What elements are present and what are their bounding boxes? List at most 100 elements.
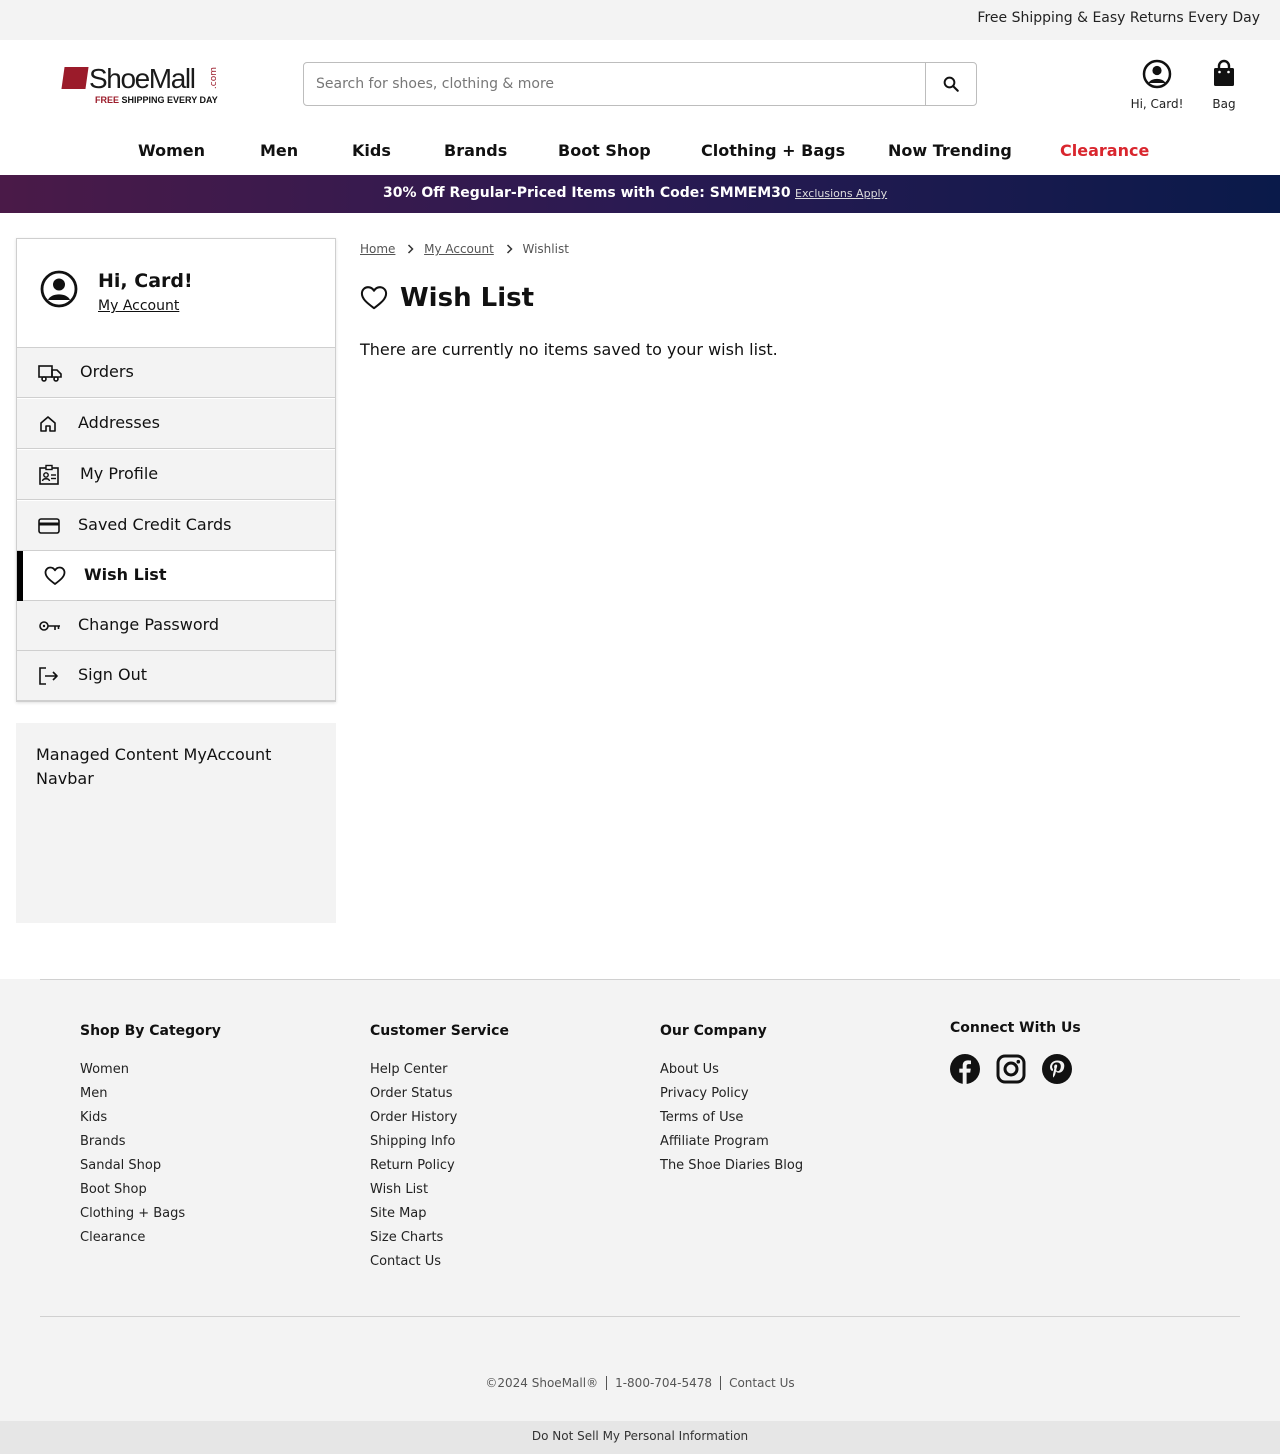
- exclusions-link[interactable]: Exclusions Apply: [795, 187, 887, 200]
- sidebar-item-label: Saved Credit Cards: [78, 515, 232, 534]
- nav-kids[interactable]: Kids: [352, 141, 391, 160]
- sidebar-greeting: Hi, Card!: [98, 270, 193, 292]
- footer-link[interactable]: Shipping Info: [370, 1133, 509, 1157]
- footer-divider: [40, 1316, 1240, 1317]
- footer-heading: Our Company: [660, 1023, 767, 1039]
- legal-bar: ©2024 ShoeMall® 1-800-704-5478 Contact Us: [0, 1376, 1280, 1390]
- footer-divider: [40, 979, 1240, 980]
- nav-women[interactable]: Women: [138, 141, 205, 160]
- my-account-link[interactable]: My Account: [98, 298, 179, 314]
- sidebar-item-label: My Profile: [80, 464, 159, 483]
- footer-link[interactable]: Brands: [80, 1133, 221, 1157]
- profile-card-icon: [38, 464, 62, 486]
- nav-boot-shop[interactable]: Boot Shop: [558, 141, 651, 160]
- footer-link[interactable]: Men: [80, 1085, 221, 1109]
- footer-link[interactable]: The Shoe Diaries Blog: [660, 1157, 803, 1181]
- shoemall-logo[interactable]: ShoeMall .com FREE SHIPPING EVERY DAY: [61, 63, 223, 109]
- sidebar-item-my-profile[interactable]: My Profile: [17, 450, 335, 500]
- footer-link[interactable]: Wish List: [370, 1181, 509, 1205]
- main-navigation: Women Men Kids Brands Boot Shop Clothing…: [0, 141, 1280, 175]
- top-strip: Free Shipping & Easy Returns Every Day: [0, 0, 1280, 40]
- footer-link[interactable]: Terms of Use: [660, 1109, 803, 1133]
- footer-link[interactable]: Clearance: [80, 1229, 221, 1253]
- account-sidebar: Hi, Card! My Account Orders Addresses My…: [16, 238, 336, 702]
- shopping-bag-icon: [1214, 59, 1234, 86]
- sidebar-header: Hi, Card! My Account: [17, 239, 335, 348]
- footer-link[interactable]: Size Charts: [370, 1229, 509, 1253]
- footer-link[interactable]: Contact Us: [370, 1253, 509, 1277]
- footer-heading: Shop By Category: [80, 1023, 221, 1039]
- site-footer: Shop By Category Women Men Kids Brands S…: [0, 979, 1280, 1454]
- footer-link[interactable]: About Us: [660, 1061, 803, 1085]
- sign-out-icon: [38, 665, 62, 687]
- search-input[interactable]: [304, 63, 926, 105]
- nav-clearance[interactable]: Clearance: [1060, 141, 1149, 160]
- sidebar-item-wish-list[interactable]: Wish List: [17, 551, 335, 601]
- footer-link[interactable]: Privacy Policy: [660, 1085, 803, 1109]
- site-header: ShoeMall .com FREE SHIPPING EVERY DAY Hi…: [0, 40, 1280, 175]
- heart-icon: [44, 565, 68, 587]
- footer-link[interactable]: Women: [80, 1061, 221, 1085]
- free-shipping-message: Free Shipping & Easy Returns Every Day: [977, 10, 1260, 26]
- footer-link[interactable]: Kids: [80, 1109, 221, 1133]
- breadcrumb-my-account[interactable]: My Account: [424, 242, 494, 256]
- logo-dotcom: .com: [209, 67, 219, 90]
- search-button[interactable]: [925, 63, 976, 105]
- nav-now-trending[interactable]: Now Trending: [888, 141, 1012, 160]
- footer-link[interactable]: Clothing + Bags: [80, 1205, 221, 1229]
- pinterest-icon[interactable]: [1042, 1054, 1072, 1088]
- contact-us-link[interactable]: Contact Us: [720, 1376, 803, 1390]
- nav-brands[interactable]: Brands: [444, 141, 507, 160]
- sidebar-item-label: Orders: [80, 362, 134, 381]
- sidebar-item-change-password[interactable]: Change Password: [17, 601, 335, 651]
- breadcrumb-current: Wishlist: [522, 242, 569, 256]
- footer-link[interactable]: Boot Shop: [80, 1181, 221, 1205]
- sidebar-item-addresses[interactable]: Addresses: [17, 399, 335, 449]
- chevron-right-icon: [407, 243, 414, 257]
- sidebar-item-sign-out[interactable]: Sign Out: [17, 651, 335, 701]
- footer-link[interactable]: Affiliate Program: [660, 1133, 803, 1157]
- logo-tagline: FREE SHIPPING EVERY DAY: [95, 95, 218, 105]
- logo-mark-icon: [61, 67, 89, 89]
- bag-button[interactable]: Bag: [1204, 59, 1244, 111]
- do-not-sell-link[interactable]: Do Not Sell My Personal Information: [0, 1421, 1280, 1454]
- sidebar-item-label: Change Password: [78, 615, 220, 634]
- connect-with-us: Connect With Us: [950, 1020, 1081, 1036]
- nav-clothing-bags[interactable]: Clothing + Bags: [701, 141, 845, 160]
- sidebar-item-label: Addresses: [78, 413, 160, 432]
- footer-link[interactable]: Order Status: [370, 1085, 509, 1109]
- instagram-icon[interactable]: [996, 1054, 1026, 1088]
- promo-banner: 30% Off Regular-Priced Items with Code: …: [0, 175, 1280, 213]
- sidebar-item-saved-credit-cards[interactable]: Saved Credit Cards: [17, 501, 335, 551]
- facebook-icon[interactable]: [950, 1054, 980, 1088]
- account-icon: [1142, 59, 1172, 89]
- sidebar-item-label: Wish List: [84, 565, 167, 584]
- truck-icon: [38, 362, 62, 384]
- promo-code-text: 30% Off Regular-Priced Items with Code: …: [383, 185, 791, 201]
- footer-column-our-company: Our Company About Us Privacy Policy Term…: [660, 1023, 803, 1181]
- footer-link[interactable]: Return Policy: [370, 1157, 509, 1181]
- managed-content-block: Managed Content MyAccount Navbar: [16, 723, 336, 923]
- user-avatar-icon: [40, 270, 78, 308]
- footer-column-shop-by-category: Shop By Category Women Men Kids Brands S…: [80, 1023, 221, 1253]
- phone-number[interactable]: 1-800-704-5478: [606, 1376, 720, 1390]
- heart-icon: [360, 286, 388, 310]
- footer-link[interactable]: Help Center: [370, 1061, 509, 1085]
- footer-link[interactable]: Site Map: [370, 1205, 509, 1229]
- breadcrumb: Home My Account Wishlist: [360, 242, 569, 257]
- search-icon: [943, 76, 959, 92]
- breadcrumb-home[interactable]: Home: [360, 242, 395, 256]
- chevron-right-icon: [506, 243, 513, 257]
- empty-wishlist-message: There are currently no items saved to yo…: [360, 340, 778, 359]
- sidebar-item-orders[interactable]: Orders: [17, 348, 335, 398]
- sidebar-item-label: Sign Out: [78, 665, 147, 684]
- account-label: Hi, Card!: [1130, 97, 1184, 111]
- account-button[interactable]: Hi, Card!: [1126, 59, 1188, 111]
- footer-link[interactable]: Sandal Shop: [80, 1157, 221, 1181]
- nav-men[interactable]: Men: [260, 141, 298, 160]
- page-title: Wish List: [400, 283, 535, 313]
- footer-column-customer-service: Customer Service Help Center Order Statu…: [370, 1023, 509, 1277]
- footer-heading: Customer Service: [370, 1023, 509, 1039]
- footer-link[interactable]: Order History: [370, 1109, 509, 1133]
- logo-wordmark: ShoeMall: [89, 63, 196, 94]
